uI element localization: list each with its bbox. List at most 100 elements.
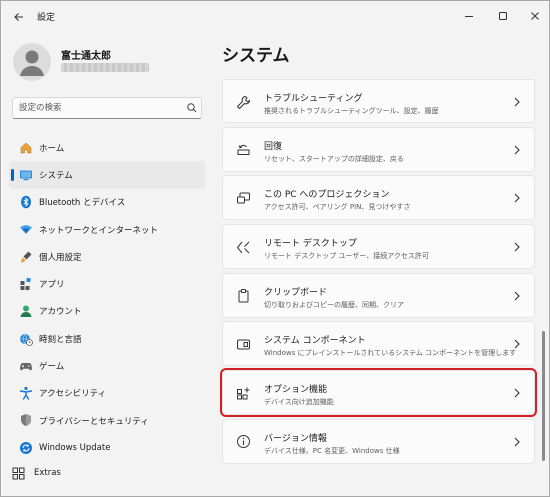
sidebar-item-apps[interactable]: アプリ xyxy=(9,270,205,297)
sidebar-item-label: アクセシビリティ xyxy=(39,389,107,400)
sidebar-item-label: 時刻と言語 xyxy=(39,334,82,345)
gamepad-icon xyxy=(18,358,33,373)
card-description: Windows にプレインストールされているシステム コンポーネントを管理します xyxy=(264,349,517,358)
chevron-right-icon xyxy=(512,96,522,108)
card-troubleshoot[interactable]: トラブルシューティング 推奨されるトラブルシューティングツール、設定、履歴 xyxy=(222,79,535,123)
sidebar-item-personalization[interactable]: 個人用設定 xyxy=(9,243,205,270)
sidebar-item-label: 個人用設定 xyxy=(39,252,82,263)
bluetooth-icon xyxy=(18,195,33,210)
card-optional-features[interactable]: オプション機能 デバイス向け追加機能 xyxy=(220,368,537,418)
sidebar-item-time-language[interactable]: 時刻と言語 xyxy=(9,325,205,352)
card-title: システム コンポーネント xyxy=(264,336,366,347)
chevron-right-icon xyxy=(512,436,522,448)
card-title: バージョン情報 xyxy=(264,433,327,444)
sidebar-item-system[interactable]: システム xyxy=(9,161,205,189)
chevron-right-icon xyxy=(512,387,522,399)
card-remote-desktop[interactable]: リモート デスクトップ リモート デスクトップ ユーザー、接続アクセス許可 xyxy=(222,224,535,270)
card-description: 推奨されるトラブルシューティングツール、設定、履歴 xyxy=(264,107,439,115)
extras-grid-icon xyxy=(11,466,26,481)
sidebar-item-network[interactable]: ネットワークとインターネット xyxy=(9,216,205,243)
sidebar-item-windows-update[interactable]: Windows Update xyxy=(9,434,205,461)
card-title: トラブルシューティング xyxy=(264,94,363,104)
card-clipboard[interactable]: クリップボード 切り取りおよびコピーの履歴、同期、クリア xyxy=(222,272,535,318)
card-description: 切り取りおよびコピーの履歴、同期、クリア xyxy=(264,300,404,309)
card-recovery[interactable]: 回復 リセット、スタートアップの詳細設定、戻る xyxy=(222,126,535,172)
minimize-button[interactable] xyxy=(455,5,483,27)
chevron-right-icon xyxy=(512,192,522,204)
sidebar-item-bluetooth[interactable]: Bluetooth とデバイス xyxy=(9,189,205,216)
sidebar-item-extras[interactable]: Extras xyxy=(9,463,61,483)
sidebar-item-accounts[interactable]: アカウント xyxy=(9,298,205,325)
avatar[interactable] xyxy=(13,43,51,81)
update-icon xyxy=(18,440,33,455)
close-icon xyxy=(531,12,539,20)
sidebar-item-home[interactable]: ホーム xyxy=(9,134,205,161)
sidebar-item-gaming[interactable]: ゲーム xyxy=(9,352,205,379)
card-description: デバイス向け追加機能 xyxy=(264,398,334,407)
card-system-components[interactable]: システム コンポーネント Windows にプレインストールされているシステム … xyxy=(222,321,535,367)
remote-desktop-icon xyxy=(235,239,251,255)
recovery-icon xyxy=(235,142,251,158)
sidebar-item-label: プライバシーとセキュリティ xyxy=(39,416,149,427)
network-icon xyxy=(18,222,33,237)
maximize-button[interactable] xyxy=(489,5,517,27)
shield-icon xyxy=(18,413,33,428)
search-box[interactable] xyxy=(12,97,202,119)
sidebar-item-label: ネットワークとインターネット xyxy=(39,225,159,236)
card-title: クリップボード xyxy=(264,287,328,298)
optional-features-icon xyxy=(235,385,251,401)
sidebar-item-label: Bluetooth とデバイス xyxy=(39,198,126,209)
card-about[interactable]: バージョン情報 デバイス仕様、PC 名変更、Windows 仕様 xyxy=(222,418,535,464)
sidebar-item-label: ホーム xyxy=(39,143,65,154)
clipboard-icon xyxy=(235,288,251,304)
info-icon xyxy=(235,434,251,450)
globe-clock-icon xyxy=(18,331,33,346)
system-icon xyxy=(18,167,33,182)
card-description: アクセス許可、ペアリング PIN、見つけやすさ xyxy=(264,203,411,212)
sidebar-item-privacy-security[interactable]: プライバシーとセキュリティ xyxy=(9,407,205,434)
app-title: 設定 xyxy=(37,13,56,23)
home-icon xyxy=(18,140,33,155)
wrench-icon xyxy=(235,94,251,110)
sidebar-item-label: アカウント xyxy=(39,307,82,318)
sidebar-nav: ホーム システム Bluetooth とデバイス ネットワークとインターネット … xyxy=(9,134,205,462)
user-email-redacted xyxy=(61,63,149,72)
card-description: リモート デスクトップ ユーザー、接続アクセス許可 xyxy=(264,252,429,261)
settings-window: 設定 富士通太郎 ホーム xyxy=(0,0,550,497)
card-description: リセット、スタートアップの詳細設定、戻る xyxy=(264,154,404,163)
projection-icon xyxy=(235,190,251,206)
sidebar-item-label: システム xyxy=(39,170,73,181)
chevron-right-icon xyxy=(512,290,522,302)
search-input[interactable] xyxy=(19,101,179,115)
component-icon xyxy=(235,336,251,352)
brush-icon xyxy=(18,249,33,264)
back-arrow-icon xyxy=(14,13,23,21)
chevron-right-icon xyxy=(512,241,522,253)
card-title: 回復 xyxy=(264,141,283,152)
card-title: オプション機能 xyxy=(264,385,328,396)
user-silhouette-icon xyxy=(20,50,44,76)
settings-card-list: トラブルシューティング 推奨されるトラブルシューティングツール、設定、履歴 回復… xyxy=(220,79,537,468)
close-button[interactable] xyxy=(521,5,549,27)
chevron-right-icon xyxy=(512,144,522,156)
chevron-right-icon xyxy=(512,338,522,350)
maximize-icon xyxy=(499,12,507,20)
apps-icon xyxy=(18,276,33,291)
minimize-icon xyxy=(465,16,473,17)
card-title: リモート デスクトップ xyxy=(264,239,357,250)
accessibility-icon xyxy=(18,386,33,401)
search-icon[interactable] xyxy=(186,102,198,114)
user-name: 富士通太郎 xyxy=(61,51,111,62)
back-button[interactable] xyxy=(9,7,29,27)
title-bar: 設定 xyxy=(1,1,549,33)
sidebar-item-label: アプリ xyxy=(39,280,65,291)
page-title: システム xyxy=(222,46,290,66)
card-description: デバイス仕様、PC 名変更、Windows 仕様 xyxy=(264,446,400,455)
card-projection[interactable]: この PC へのプロジェクション アクセス許可、ペアリング PIN、見つけやすさ xyxy=(222,175,535,221)
sidebar-item-accessibility[interactable]: アクセシビリティ xyxy=(9,380,205,407)
sidebar-item-label: ゲーム xyxy=(39,362,65,373)
extras-label: Extras xyxy=(34,468,61,478)
account-icon xyxy=(18,304,33,319)
sidebar-item-label: Windows Update xyxy=(39,442,111,453)
scrollbar-thumb[interactable] xyxy=(542,331,545,461)
